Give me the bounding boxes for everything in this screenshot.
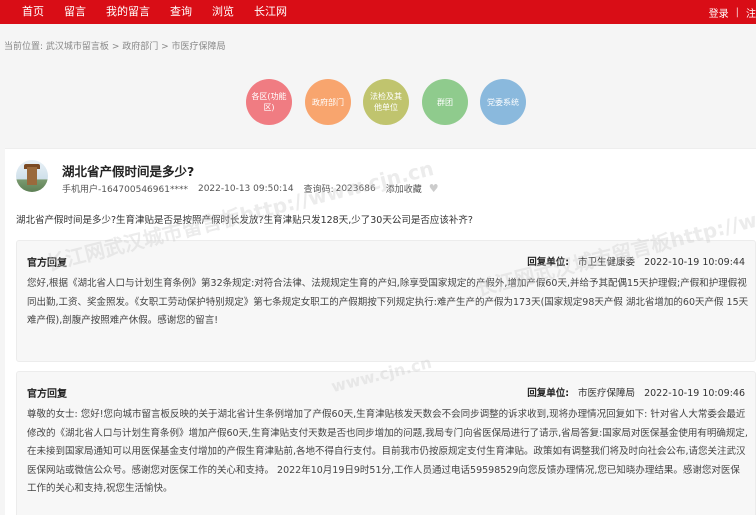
reply-content: 尊敬的女士: 您好!您向城市留言板反映的关于湖北省计生条例增加了产假60天,生育… (27, 409, 748, 494)
login-link[interactable]: 登录 (709, 5, 729, 20)
heart-icon[interactable]: ♥ (429, 182, 439, 195)
message-title: 湖北省产假时间是多少? (62, 164, 195, 179)
nav-cjn[interactable]: 长江网 (254, 0, 287, 24)
auth-divider: | (735, 6, 739, 18)
user-avatar (16, 160, 48, 192)
message-time: 2022-10-13 09:50:14 (197, 183, 294, 194)
reply-header: 回复单位: 市卫生健康委 2022-10-19 10:09:44 (527, 254, 745, 268)
reply-unit-label: 回复单位: (527, 257, 570, 268)
breadcrumb-item-dept[interactable]: 市医疗保障局 (172, 42, 226, 52)
top-nav-bar: 首页 留言 我的留言 查询 浏览 长江网 登录 | 注 (0, 0, 756, 24)
breadcrumb-item-board[interactable]: 武汉城市留言板 (46, 42, 109, 52)
message-user: 手机用户-164700546961**** (62, 185, 188, 195)
nav-browse[interactable]: 浏览 (212, 0, 234, 24)
reply-unit: 市医疗保障局 (578, 388, 636, 399)
add-favorite-link[interactable]: 添加收藏 (386, 182, 422, 195)
message-code-label: 查询码: (303, 185, 334, 195)
register-link[interactable]: 注 (746, 5, 756, 20)
reply-unit-label: 回复单位: (527, 388, 570, 399)
breadcrumb-prefix: 当前位置: (4, 42, 44, 52)
category-government[interactable]: 政府部门 (305, 79, 351, 125)
reply-card-2: 官方回复 回复单位: 市医疗保障局 2022-10-19 10:09:46 尊敬… (16, 371, 756, 515)
category-courts-other[interactable]: 法检及其他单位 (363, 79, 409, 125)
reply-header: 回复单位: 市医疗保障局 2022-10-19 10:09:46 (527, 385, 745, 399)
main-nav: 首页 留言 我的留言 查询 浏览 长江网 (22, 0, 307, 24)
breadcrumb-item-gov[interactable]: 政府部门 (122, 42, 158, 52)
category-groups[interactable]: 群团 (422, 79, 468, 125)
category-party[interactable]: 党委系统 (480, 79, 526, 125)
reply-card-1: 官方回复 回复单位: 市卫生健康委 2022-10-19 10:09:44 您好… (16, 240, 756, 362)
breadcrumb-separator: > (161, 42, 169, 52)
message-content: 湖北省产假时间是多少?生育津贴是否是按照产假时长发放?生育津贴只发128天,少了… (16, 215, 473, 226)
nav-message[interactable]: 留言 (64, 0, 86, 24)
breadcrumb-separator: > (111, 42, 120, 52)
reply-label: 官方回复 (27, 389, 67, 400)
message-meta: 手机用户-164700546961**** 2022-10-13 09:50:1… (62, 182, 449, 195)
avatar-tower (27, 167, 37, 185)
nav-home[interactable]: 首页 (22, 0, 44, 24)
breadcrumb: 当前位置: 武汉城市留言板 > 政府部门 > 市医疗保障局 (4, 39, 226, 52)
nav-my-messages[interactable]: 我的留言 (106, 0, 150, 24)
nav-search[interactable]: 查询 (170, 0, 192, 24)
reply-label: 官方回复 (27, 258, 67, 269)
reply-unit: 市卫生健康委 (578, 257, 636, 268)
auth-links: 登录 | 注 (709, 0, 756, 24)
reply-time: 2022-10-19 10:09:46 (644, 388, 745, 399)
category-districts[interactable]: 各区(功能区) (246, 79, 292, 125)
message-code: 2023686 (335, 183, 376, 194)
reply-content: 您好,根据《湖北省人口与计划生育条例》第32条规定:对符合法律、法规规定生育的产… (27, 278, 749, 326)
reply-time: 2022-10-19 10:09:44 (644, 257, 745, 268)
